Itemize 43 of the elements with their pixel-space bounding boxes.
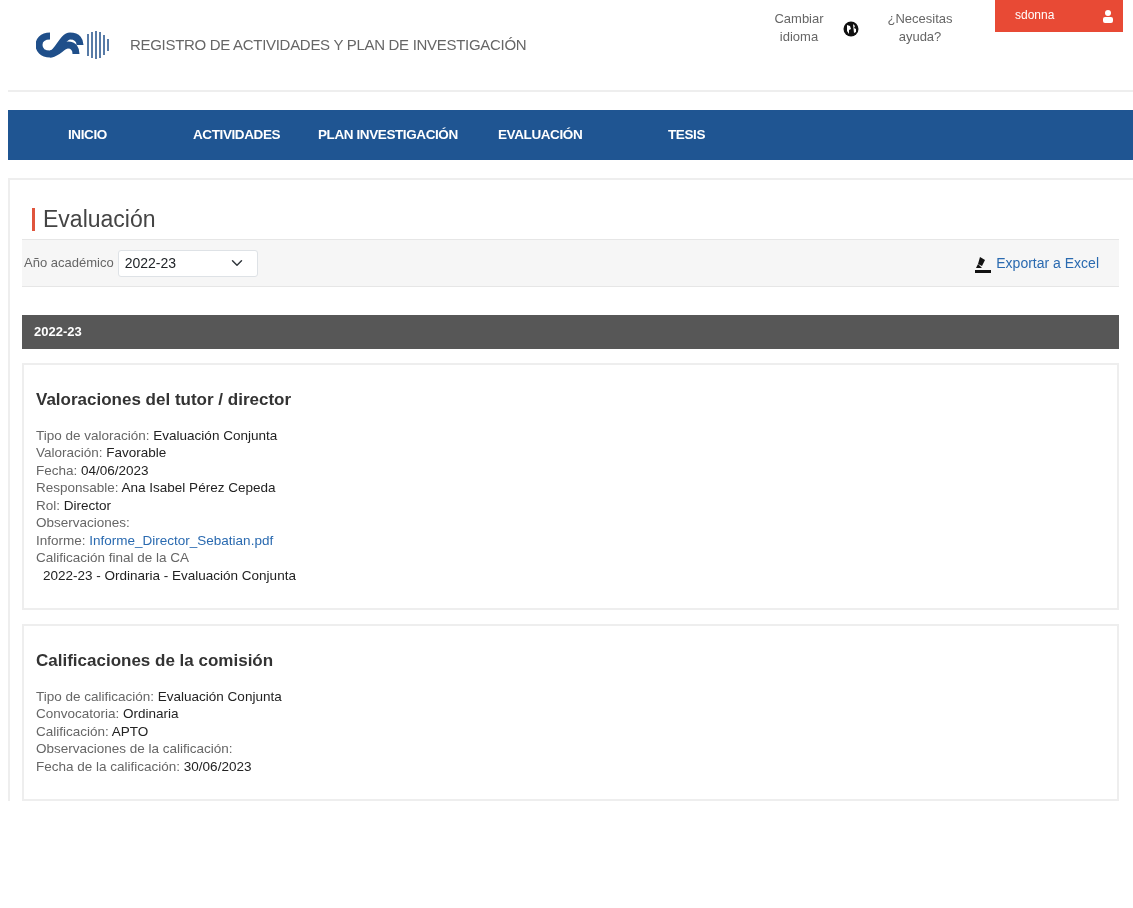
user-icon: [1103, 8, 1113, 23]
app-title: REGISTRO DE ACTIVIDADES Y PLAN DE INVESTIGACIÓN: [130, 34, 527, 55]
globe-icon[interactable]: [843, 20, 859, 37]
nav-link[interactable]: INICIO: [68, 124, 193, 146]
field-label: Fecha:: [36, 462, 78, 478]
help-link[interactable]: ¿Necesitas ayuda?: [885, 10, 955, 47]
nav-link[interactable]: EVALUACIÓN: [498, 124, 668, 146]
export-icon: [974, 254, 993, 273]
field-value: Evaluación Conjunta: [157, 688, 282, 704]
field-label: Calificación final de la CA: [36, 550, 190, 565]
user-button[interactable]: sdonna: [995, 0, 1123, 32]
year-select[interactable]: 2022-23: [117, 249, 258, 277]
field-value: Ordinaria: [123, 706, 179, 721]
field-label: Calificación:: [36, 723, 109, 739]
nav-link[interactable]: TESIS: [668, 124, 768, 146]
language-link[interactable]: Cambiar idioma: [771, 10, 827, 47]
field-value: Director: [63, 497, 112, 513]
field-value: 04/06/2023: [81, 462, 149, 478]
field-label: Responsable:: [36, 480, 119, 495]
field-value: 30/06/2023: [183, 758, 252, 774]
file-link[interactable]: Informe_Director_Sebatian.pdf: [89, 532, 274, 548]
year-bar: 2022-23: [22, 315, 1119, 349]
field-label: Observaciones:: [36, 515, 130, 530]
filter-label: Año académico: [24, 254, 114, 273]
field-label: Valoración:: [36, 445, 103, 460]
field-value: Ana Isabel Pérez Cepeda: [121, 480, 276, 495]
field-label: Rol:: [36, 497, 60, 513]
field-label: Tipo de calificación:: [36, 688, 155, 704]
page-title: Evaluación: [32, 208, 1119, 231]
field-label: Convocatoria:: [36, 706, 120, 721]
export-link[interactable]: Exportar a Excel: [974, 252, 1099, 274]
field-label: Fecha de la calificación:: [36, 758, 181, 774]
nav-link[interactable]: PLAN INVESTIGACIÓN: [318, 124, 498, 146]
field-label: Informe:: [36, 532, 86, 548]
section-title: Valoraciones del tutor / director: [36, 389, 293, 411]
field-value: Favorable: [106, 445, 167, 460]
field-value: Evaluación Conjunta: [153, 427, 278, 443]
field-label: Tipo de valoración:: [36, 427, 150, 443]
field-value: 2022-23 - Ordinaria - Evaluación Conjunta: [43, 567, 296, 583]
section-title: Calificaciones de la comisión: [36, 650, 275, 672]
nav-link[interactable]: ACTIVIDADES: [193, 124, 318, 146]
field-value: APTO: [111, 723, 149, 739]
field-label: Observaciones de la calificación:: [36, 741, 233, 756]
